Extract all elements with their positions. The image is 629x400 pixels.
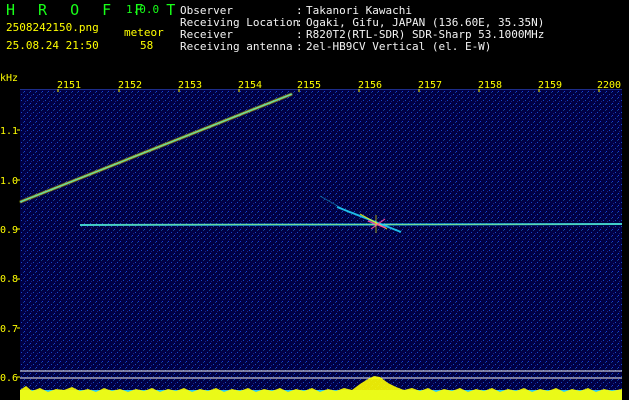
x-tick-2155: 2155 [297,80,321,91]
x-tick-2152: 2152 [118,80,142,91]
y-tick-0-8: 0.8 [0,274,18,285]
x-tick-2154: 2154 [238,80,262,91]
spectrogram-noise [20,90,622,398]
x-tick-2151: 2151 [57,80,81,91]
x-tick-2159: 2159 [538,80,562,91]
x-unit-label: kHz [0,73,18,84]
y-tick-1-0: 1.0 [0,176,18,187]
y-axis-ticks: 1.1 1.0 0.9 0.8 0.7 0.6 [0,126,18,384]
x-tick-2157: 2157 [418,80,442,91]
y-tick-1-1: 1.1 [0,126,18,137]
y-tick-0-6: 0.6 [0,373,18,384]
y-tick-0-9: 0.9 [0,225,18,236]
x-tick-2153: 2153 [178,80,202,91]
x-tick-2156: 2156 [358,80,382,91]
y-tick-0-7: 0.7 [0,324,18,335]
x-tick-2158: 2158 [478,80,502,91]
y-tick-marks [17,129,20,378]
spectrogram-overlay: 2151 2152 2153 2154 2155 2156 2157 2158 … [0,73,623,400]
x-tick-2200: 2200 [597,80,621,91]
